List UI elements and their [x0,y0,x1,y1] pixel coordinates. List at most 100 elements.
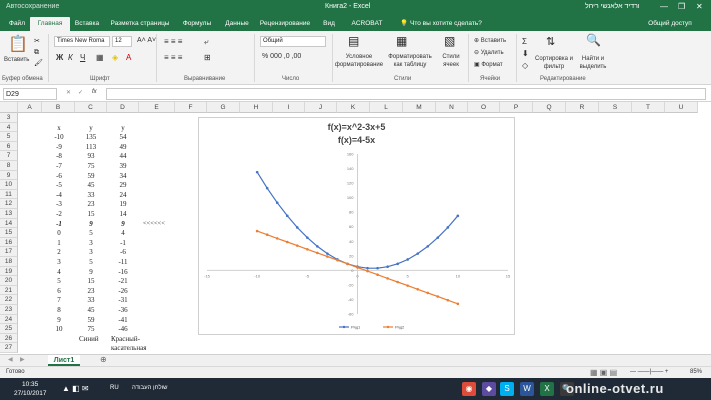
row-header[interactable]: 16 [0,237,18,248]
cell[interactable]: -26 [111,286,135,296]
row-header[interactable]: 9 [0,170,18,181]
find-icon[interactable]: 🔍 [586,34,601,46]
row-header[interactable]: 25 [0,324,18,334]
cell[interactable]: Красный- [111,334,140,344]
cell[interactable]: 0 [46,228,72,238]
cell[interactable]: 6 [46,286,72,296]
row-header[interactable]: 4 [0,122,18,133]
row-header[interactable]: 8 [0,161,18,171]
copy-icon[interactable]: ⧉ [34,48,39,58]
column-header[interactable]: U [665,102,698,113]
close-icon[interactable]: ✕ [696,0,703,14]
sheet-tab-1[interactable]: Лист1 [48,355,80,366]
conditional-format-button[interactable]: Условное форматирование [334,53,384,69]
cell[interactable]: 4 [111,228,135,238]
column-header[interactable]: J [305,102,337,113]
app-icon[interactable]: ◆ [482,382,496,396]
row-header[interactable]: 24 [0,314,18,325]
view-normal-icon[interactable]: ▦ ▣ ▤ [590,368,617,377]
find-select-button[interactable]: Найти и выделить [574,55,612,71]
wrap-text-icon[interactable]: ⤶ [204,37,208,47]
cell[interactable]: 7 [46,295,72,305]
cell[interactable]: -16 [111,267,135,277]
column-header[interactable]: E [139,102,175,113]
tab-3[interactable]: Разметка страницы [104,17,176,31]
enter-icon[interactable]: ✓ [78,89,83,96]
row-header[interactable]: 18 [0,257,18,267]
cell[interactable]: -1 [111,238,135,248]
column-header[interactable]: S [599,102,632,113]
conditional-format-icon[interactable]: ▤ [348,35,359,47]
paste-button[interactable]: Вставить [4,57,29,63]
cell[interactable]: 5 [46,276,72,286]
cell[interactable]: 9 [111,219,135,229]
column-header[interactable]: N [436,102,468,113]
tab-1[interactable]: Главная [30,17,70,31]
prev-sheet-icon[interactable]: ◀ [8,356,13,363]
font-name-select[interactable]: Times New Roma [54,36,110,47]
column-header[interactable]: G [207,102,240,113]
column-header[interactable]: D [107,102,139,113]
insert-cells-button[interactable]: ⊕ Вставить [474,37,506,44]
clock-date[interactable]: 27/10/2017 [14,390,47,397]
column-header[interactable]: M [403,102,436,113]
currency-icon[interactable]: % 000 ,0 ,00 [262,53,301,60]
chart[interactable]: f(x)=x^2-3x+5 f(x)=4-5x 160 140 120 100 80 60… [198,117,515,335]
next-sheet-icon[interactable]: ▶ [20,356,25,363]
cell[interactable]: 23 [79,286,103,296]
cell-styles-button[interactable]: Стили ячеек [436,53,466,69]
column-header[interactable]: C [75,102,107,113]
column-header[interactable]: T [632,102,665,113]
user-name[interactable]: ורדיד אלאנשי ריחל [585,0,640,14]
cell[interactable]: -6 [46,171,72,181]
cell[interactable]: 54 [111,132,135,142]
fill-icon[interactable]: ⬇ [522,49,529,58]
cell[interactable]: 24 [111,190,135,200]
cell[interactable]: -21 [111,276,135,286]
cell[interactable]: -4 [46,190,72,200]
grow-font-icon[interactable]: A˄ A˅ [137,37,156,44]
cell[interactable]: 9 [79,219,103,229]
font-color-icon[interactable]: A [126,53,131,62]
minimize-icon[interactable]: — [660,0,668,14]
cancel-icon[interactable]: ✕ [66,89,71,96]
chrome-icon[interactable]: ◉ [462,382,476,396]
name-box[interactable]: D29 [3,88,57,100]
cell[interactable]: 5 [79,228,103,238]
tab-8[interactable]: ACROBAT [346,17,388,31]
cell[interactable]: 9 [79,267,103,277]
cell[interactable]: 39 [111,161,135,171]
cell[interactable]: -9 [46,142,72,152]
row-header[interactable]: 6 [0,141,18,152]
cell[interactable]: 113 [79,142,103,152]
zoom-slider[interactable]: — ——|—— + [630,369,668,375]
number-format-select[interactable]: Общий [260,36,326,47]
column-header[interactable]: B [42,102,75,113]
zoom-level[interactable]: 85% [690,369,702,375]
cell[interactable]: 3 [79,247,103,257]
cell[interactable]: -41 [111,315,135,325]
sort-filter-button[interactable]: Сортировка и фильтр [534,55,574,71]
cell[interactable]: -11 [111,257,135,267]
skype-icon[interactable]: S [500,382,514,396]
column-header[interactable]: Q [533,102,566,113]
row-header[interactable]: 3 [0,113,18,123]
autosave-label[interactable]: Автосохранение [6,0,59,14]
cell[interactable]: 75 [79,161,103,171]
bold-icon[interactable]: Ж [56,53,63,62]
row-header[interactable]: 17 [0,247,18,257]
tell-me-box[interactable]: 💡 Что вы хотите сделать? [396,17,486,31]
align-left-icon[interactable]: ≡ ≡ ≡ [164,53,182,62]
cell[interactable]: 5 [79,257,103,267]
cell[interactable]: касательная [111,343,146,353]
cell[interactable]: 3 [46,257,72,267]
share-button[interactable]: Общий доступ [640,17,700,31]
font-size-select[interactable]: 12 [112,36,132,47]
merge-icon[interactable]: ⊞ [204,53,211,62]
tab-6[interactable]: Рецензирование [258,17,312,31]
format-table-icon[interactable]: ▦ [396,35,407,47]
column-header[interactable]: P [500,102,533,113]
cut-icon[interactable]: ✂ [34,37,40,47]
cell[interactable]: 93 [79,151,103,161]
cell[interactable]: 19 [111,199,135,209]
